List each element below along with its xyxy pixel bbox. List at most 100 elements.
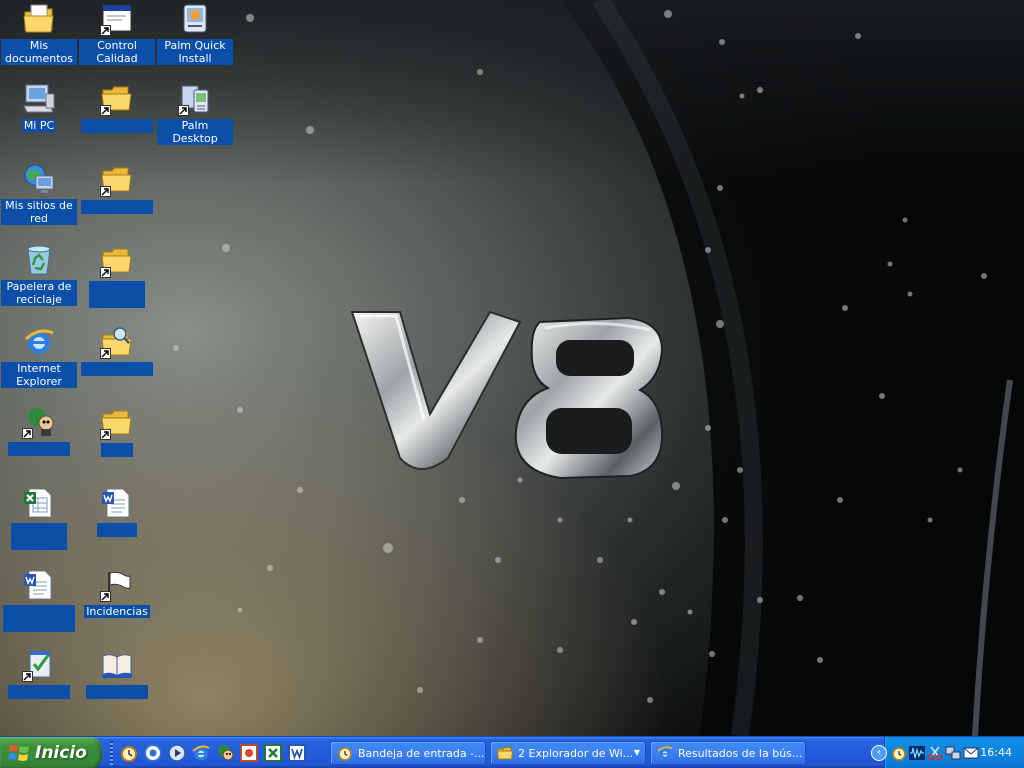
folder-icon	[100, 163, 134, 197]
system-tray: ‹ 16:44	[871, 737, 1024, 768]
desktop-icon-word-file[interactable]	[79, 486, 155, 562]
network-icon[interactable]	[945, 745, 961, 761]
desktop-icon-label: Mi PC	[21, 119, 57, 132]
task-button-resultados-de-la-busqueda[interactable]: Resultados de la bús...	[650, 741, 806, 765]
task-label: 2 Explorador de Wi...	[518, 746, 634, 760]
desktop-icon-label: Internet Explorer	[1, 362, 77, 388]
desktop-icon-label	[101, 443, 133, 457]
desktop-icon-internet-explorer[interactable]: Internet Explorer	[1, 325, 77, 401]
scissors-icon[interactable]	[927, 745, 943, 761]
taskbar-clock[interactable]: 16:44	[980, 746, 1012, 759]
media-player-icon[interactable]	[167, 743, 187, 763]
checklist-icon	[22, 648, 56, 682]
task-button-bandeja-de-entrada[interactable]: Bandeja de entrada -...	[330, 741, 486, 765]
internet-explorer-icon	[657, 745, 673, 761]
desktop-icon-label	[8, 442, 70, 456]
windows-logo-icon	[8, 745, 29, 761]
task-label: Resultados de la bús...	[678, 746, 803, 760]
shortcut-arrow-icon	[100, 267, 111, 278]
shortcut-arrow-icon	[100, 348, 111, 359]
desktop-icon-label	[97, 523, 137, 537]
alarm-clock-icon	[337, 745, 353, 761]
palm-install-icon	[178, 2, 212, 36]
desktop-icon-word-file[interactable]	[1, 568, 77, 644]
shortcut-arrow-icon	[100, 105, 111, 116]
desktop-icon-control-calidad[interactable]: Control Calidad	[79, 2, 155, 78]
desktop-icon-palm-quick-install[interactable]: Palm Quick Install	[157, 2, 233, 78]
powerpoint-icon[interactable]	[239, 743, 259, 763]
mail-icon[interactable]	[963, 745, 979, 761]
quick-launch-bar	[110, 737, 309, 768]
my-documents-icon	[22, 2, 56, 36]
folder-search-icon	[100, 325, 134, 359]
desktop-icon-label	[86, 685, 148, 699]
word-document-icon	[100, 486, 134, 520]
desktop-icon-label	[81, 200, 153, 214]
palm-desktop-icon	[178, 82, 212, 116]
desktop-icon-label: Mis sitios de red	[1, 199, 77, 225]
shortcut-arrow-icon	[100, 186, 111, 197]
desktop-icon-folder-shortcut[interactable]	[79, 163, 155, 239]
network-places-icon	[22, 162, 56, 196]
desktop-icon-label: Papelera de reciclaje	[1, 280, 77, 306]
word-icon[interactable]	[287, 743, 307, 763]
taskbar: Inicio Bandeja de entrada -... 2 Explora…	[0, 736, 1024, 768]
show-hidden-icons-button[interactable]: ‹	[871, 745, 887, 761]
task-button-explorador-de-windows[interactable]: 2 Explorador de Wi... ▼	[490, 741, 646, 765]
shortcut-arrow-icon	[100, 591, 111, 602]
folder-icon	[497, 745, 513, 761]
desktop-icon-mis-sitios-de-red[interactable]: Mis sitios de red	[1, 162, 77, 238]
word-document-icon	[22, 568, 56, 602]
shortcut-arrow-icon	[178, 105, 189, 116]
task-label: Bandeja de entrada -...	[358, 746, 485, 760]
desktop-icon-label: Mis documentos	[1, 39, 77, 65]
desktop-icon-label: Incidencias	[84, 605, 150, 618]
audio-wave-icon[interactable]	[909, 745, 925, 761]
desktop-icon-checklist-shortcut[interactable]	[1, 648, 77, 724]
flag-icon	[100, 568, 134, 602]
desktop-icon-label: Palm Quick Install	[157, 39, 233, 65]
folder-icon	[100, 406, 134, 440]
desktop-icon-palm-desktop[interactable]: Palm Desktop	[157, 82, 233, 158]
recycle-bin-icon	[22, 243, 56, 277]
desktop-icon-label	[81, 362, 153, 376]
desktop-icon-label	[89, 281, 145, 308]
open-book-icon	[100, 648, 134, 682]
chevron-down-icon: ▼	[633, 748, 640, 757]
toolbar-grip[interactable]	[110, 741, 113, 765]
shortcut-arrow-icon	[100, 429, 111, 440]
internet-explorer-icon	[22, 325, 56, 359]
shortcut-arrow-icon	[22, 671, 33, 682]
folder-icon	[100, 82, 134, 116]
folder-icon	[100, 244, 134, 278]
desktop-icon-papelera[interactable]: Papelera de reciclaje	[1, 243, 77, 319]
desktop-icon-game-shortcut[interactable]	[1, 405, 77, 481]
desktop-icon-incidencias[interactable]: Incidencias	[79, 568, 155, 644]
shortcut-arrow-icon	[100, 25, 111, 36]
desktop-icon-mi-pc[interactable]: Mi PC	[1, 82, 77, 158]
internet-explorer-icon[interactable]	[191, 743, 211, 763]
desktop-icon-folder-shortcut[interactable]	[79, 82, 155, 158]
desktop-icon-label: Control Calidad	[79, 39, 155, 65]
alarm-clock-icon[interactable]	[891, 745, 907, 761]
desktop-icon-folder-shortcut[interactable]	[79, 406, 155, 482]
desktop-icon-book-file[interactable]	[79, 648, 155, 724]
desktop-icon-label: Palm Desktop	[157, 119, 233, 145]
excel-icon[interactable]	[263, 743, 283, 763]
game-character-icon[interactable]	[215, 743, 235, 763]
desktop-icon-excel-file[interactable]	[1, 486, 77, 562]
desktop-icon-label	[8, 685, 70, 699]
excel-document-icon	[22, 486, 56, 520]
start-label: Inicio	[35, 743, 87, 763]
ie-circle-icon[interactable]	[143, 743, 163, 763]
desktop-icon-label	[3, 605, 75, 632]
window-app-icon	[100, 2, 134, 36]
game-character-icon	[22, 405, 56, 439]
desktop-icon-label	[81, 119, 153, 133]
start-button[interactable]: Inicio	[0, 737, 102, 768]
alarm-clock-icon[interactable]	[119, 743, 139, 763]
desktop-icon-label	[11, 523, 67, 550]
desktop-icon-folder-shortcut[interactable]	[79, 244, 155, 320]
desktop-icon-mis-documentos[interactable]: Mis documentos	[1, 2, 77, 78]
desktop-icon-folder-search-shortcut[interactable]	[79, 325, 155, 401]
